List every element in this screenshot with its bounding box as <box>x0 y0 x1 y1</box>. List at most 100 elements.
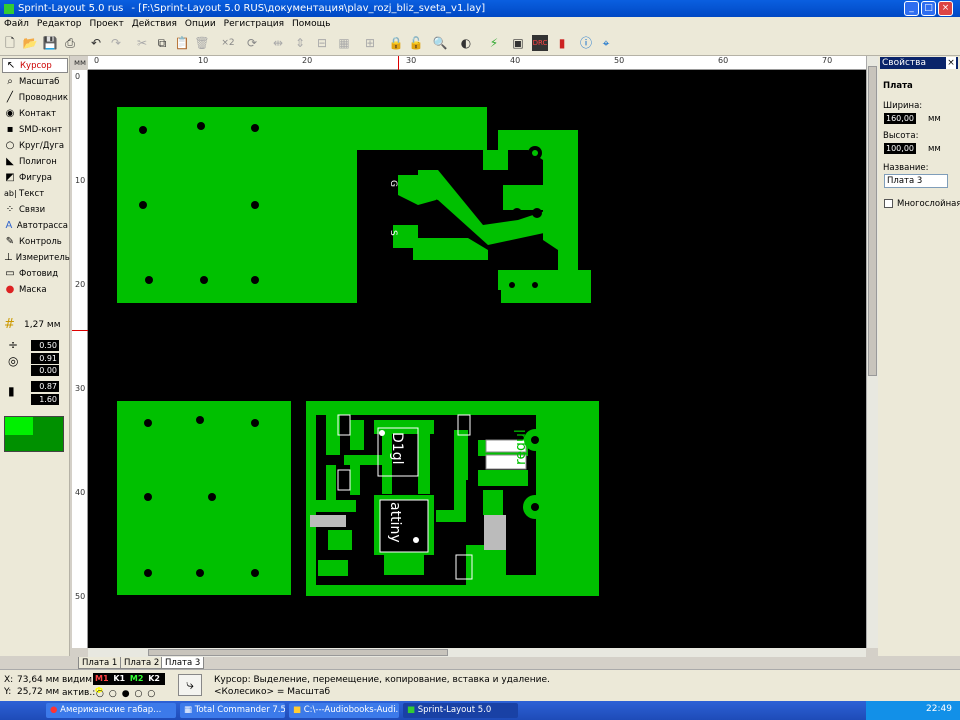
menu-actions[interactable]: Действия <box>128 19 181 29</box>
tool-label: Контакт <box>19 108 57 119</box>
tool-cursor[interactable]: ↖ Курсор <box>2 58 68 73</box>
mirror-h-icon[interactable]: ⇹ <box>270 35 286 51</box>
tool-connections[interactable]: ⁘ Связи <box>2 202 68 217</box>
tab-board-1[interactable]: Плата 1 <box>78 657 122 669</box>
toolbar: 🗋 📂 💾 ⎙ ↶ ↷ ✂ ⧉ 📋 🗑 ×2 ⟳ ⇹ ⇕ ⊟ ▦ ⊞ 🔒 🔓 🔍… <box>0 31 960 56</box>
menu-options[interactable]: Опции <box>181 19 220 29</box>
lock-icon[interactable]: 🔒 <box>388 35 404 51</box>
grid-icon[interactable]: # <box>4 318 18 332</box>
export-icon[interactable]: ▣ <box>510 35 526 51</box>
cut-icon[interactable]: ✂ <box>134 35 150 51</box>
taskbar: ● Американские габар... ▦ Total Commande… <box>0 701 960 720</box>
ruler-tick: 30 <box>75 384 86 393</box>
vertical-scroll-thumb[interactable] <box>868 66 877 376</box>
trace <box>318 560 348 576</box>
height-input[interactable]: 100,00 <box>884 143 916 154</box>
task-item-active[interactable]: ■ Sprint-Layout 5.0 <box>403 703 518 718</box>
tool-autoroute[interactable]: A Автотрасса <box>2 218 68 233</box>
redo-icon[interactable]: ↷ <box>108 35 124 51</box>
menu-project[interactable]: Проект <box>85 19 127 29</box>
drc-icon[interactable]: DRC <box>532 35 548 51</box>
horizontal-scroll-thumb[interactable] <box>148 649 448 656</box>
drill-hole <box>532 282 538 288</box>
component-icon[interactable]: ⊞ <box>362 35 378 51</box>
multilayer-checkbox[interactable] <box>884 199 893 208</box>
task-item[interactable]: ▦ Total Commander 7.5... <box>180 703 285 718</box>
close-icon[interactable]: × <box>938 1 953 16</box>
align-icon[interactable]: ⊟ <box>314 35 330 51</box>
tool-mask[interactable]: ● Маска <box>2 282 68 297</box>
group-icon[interactable]: ▦ <box>336 35 352 51</box>
pcb-drawing: G S D1gl attiny regul Xz gnd <box>117 107 599 596</box>
tool-zoom[interactable]: ⌕ Масштаб <box>2 74 68 89</box>
crosshair-icon[interactable]: ⌖ <box>598 35 614 51</box>
close-panel-icon[interactable]: × <box>946 57 956 69</box>
tool-photoview[interactable]: ▭ Фотовид <box>2 266 68 281</box>
status-hint-line1: Курсор: Выделение, перемещение, копирова… <box>214 675 550 685</box>
tool-measure[interactable]: ⊥ Измеритель <box>2 250 70 265</box>
grid-value[interactable]: 1,27 мм <box>24 320 60 330</box>
delete-icon[interactable]: 🗑 <box>194 35 210 51</box>
tool-label: Масштаб <box>19 76 60 87</box>
smd-width-value[interactable]: 0.87 <box>31 381 59 392</box>
menu-help[interactable]: Помощь <box>288 19 334 29</box>
menu-file[interactable]: Файл <box>0 19 33 29</box>
horizontal-scrollbar[interactable] <box>88 648 866 657</box>
unlock-icon[interactable]: 🔓 <box>408 35 424 51</box>
zoom-icon[interactable]: 🔍 <box>432 35 448 51</box>
tool-track[interactable]: ╱ Проводник <box>2 90 68 105</box>
tool-polygon[interactable]: ◣ Полигон <box>2 154 68 169</box>
active-layer-radios[interactable]: ○○●○○ <box>96 689 160 699</box>
menu-edit[interactable]: Редактор <box>33 19 86 29</box>
x-coordinate: 73,64 мм <box>17 675 60 685</box>
tool-label: Фотовид <box>19 268 59 279</box>
tool-control[interactable]: ✎ Контроль <box>2 234 68 249</box>
new-file-icon[interactable]: 🗋 <box>2 35 18 51</box>
tool-circle[interactable]: ○ Круг/Дуга <box>2 138 68 153</box>
pad-inner-value[interactable]: 0.00 <box>31 365 59 376</box>
autoroute-toolbar-icon[interactable]: ⚡ <box>486 35 502 51</box>
duplicate-button[interactable]: ×2 <box>220 35 236 51</box>
print-icon[interactable]: ⎙ <box>62 35 78 51</box>
task-item[interactable]: ● Американские габар... <box>46 703 176 718</box>
pcb-canvas[interactable]: G S D1gl attiny regul Xz gnd <box>88 70 866 648</box>
tool-shape[interactable]: ◩ Фигура <box>2 170 68 185</box>
tool-label: Измеритель <box>15 252 70 263</box>
track-mode-icon[interactable]: ⤷ <box>178 674 202 696</box>
menu-registration[interactable]: Регистрация <box>220 19 288 29</box>
track-width-value[interactable]: 0.50 <box>31 340 59 351</box>
layer-m2[interactable]: M2 <box>130 674 144 683</box>
tool-pad[interactable]: ◉ Контакт <box>2 106 68 121</box>
pad-outer-value[interactable]: 0.91 <box>31 353 59 364</box>
tab-board-3[interactable]: Плата 3 <box>161 657 205 669</box>
battery-icon[interactable]: ▮ <box>554 35 570 51</box>
mirror-v-icon[interactable]: ⇕ <box>292 35 308 51</box>
layer-k1[interactable]: K1 <box>113 674 125 683</box>
width-input[interactable]: 160,00 <box>884 113 916 124</box>
tool-smd[interactable]: ▪ SMD-конт <box>2 122 68 137</box>
board-name-input[interactable]: Плата 3 <box>884 174 948 188</box>
color-swatch[interactable] <box>4 416 64 452</box>
paste-icon[interactable]: 📋 <box>174 35 190 51</box>
vertical-scrollbar[interactable] <box>866 56 878 648</box>
task-item[interactable]: ■ C:\---Audiobooks-Audi... <box>289 703 399 718</box>
tool-text[interactable]: ab| Текст <box>2 186 68 201</box>
layer-view-icon[interactable]: ◐ <box>458 35 474 51</box>
undo-icon[interactable]: ↶ <box>88 35 104 51</box>
maximize-icon[interactable]: □ <box>921 1 936 16</box>
layer-m1[interactable]: M1 <box>95 674 109 683</box>
connections-icon: ⁘ <box>5 204 15 215</box>
trace <box>436 510 466 522</box>
save-icon[interactable]: 💾 <box>42 35 58 51</box>
minimize-icon[interactable]: _ <box>904 1 919 16</box>
rotate-icon[interactable]: ⟳ <box>244 35 260 51</box>
open-folder-icon[interactable]: 📂 <box>22 35 38 51</box>
tc-icon: ▦ <box>184 705 193 715</box>
drill-hole <box>531 503 539 511</box>
smd-height-value[interactable]: 1.60 <box>31 394 59 405</box>
tab-board-2[interactable]: Плата 2 <box>120 657 164 669</box>
info-icon[interactable]: ⓘ <box>578 35 594 51</box>
layer-visibility-bar[interactable]: M1 K1 M2 K2 Ф <box>93 673 165 695</box>
copy-icon[interactable]: ⧉ <box>154 35 170 51</box>
layer-k2[interactable]: K2 <box>148 674 160 683</box>
